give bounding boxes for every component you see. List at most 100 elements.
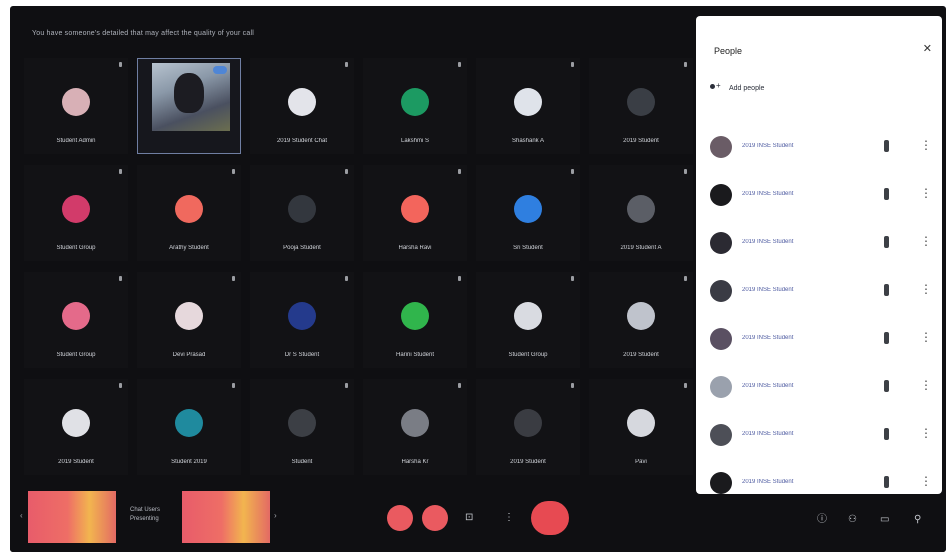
mic-icon[interactable] [884, 476, 889, 488]
more-options-icon[interactable]: ⋮ [920, 137, 932, 153]
avatar [710, 424, 732, 446]
activities-icon[interactable]: ⚲ [914, 514, 921, 526]
participant-name: Student Group [56, 352, 96, 358]
participant-tile[interactable]: Dr S Student [250, 272, 354, 368]
mic-off-icon [232, 383, 235, 388]
presenter-label: Chat Users Presenting [130, 506, 160, 524]
participant-name: 2019 INSE Student [742, 383, 794, 389]
info-icon[interactable]: ⓘ [817, 514, 827, 526]
chevron-left-icon[interactable]: ‹ [20, 511, 23, 520]
mic-off-icon [232, 169, 235, 174]
present-icon[interactable]: ⊡ [465, 512, 473, 524]
participant-tile[interactable]: 2019 Student [589, 272, 693, 368]
participant-name: Student [291, 459, 313, 465]
add-people-button[interactable]: Add people [710, 81, 765, 92]
camera-toggle-button[interactable] [422, 505, 448, 531]
mic-icon[interactable] [884, 236, 889, 248]
participant-tile[interactable]: Student Group [24, 272, 128, 368]
participant-name: 2019 Student [623, 352, 659, 358]
add-people-label: Add people [729, 84, 765, 92]
presenter-thumbnail[interactable] [28, 491, 116, 543]
avatar [710, 136, 732, 158]
participant-row[interactable]: 2019 INSE Student ⋮ [706, 228, 932, 258]
more-options-icon[interactable]: ⋮ [920, 329, 932, 345]
mic-icon[interactable] [884, 380, 889, 392]
chat-icon[interactable]: ▭ [880, 514, 889, 526]
participant-tile[interactable]: 2019 Student [476, 379, 580, 475]
speaking-badge [213, 66, 227, 74]
avatar [175, 195, 203, 223]
mic-off-icon [119, 62, 122, 67]
participant-tile[interactable]: Lakshmi S [363, 58, 467, 154]
participant-tile[interactable]: 2019 Student [589, 58, 693, 154]
participant-name: Harini Student [395, 352, 435, 358]
participant-tile[interactable]: Student 2019 [137, 379, 241, 475]
more-options-icon[interactable]: ⋮ [920, 473, 932, 489]
more-options-icon[interactable]: ⋮ [920, 425, 932, 441]
participant-name: Lakshmi S [400, 138, 429, 144]
avatar [62, 409, 90, 437]
screen-share-thumbnail[interactable] [182, 491, 270, 543]
mic-off-icon [345, 62, 348, 67]
participant-name: 2019 Student [58, 459, 94, 465]
participant-name: Student Group [508, 352, 548, 358]
avatar [710, 472, 732, 494]
participant-tile[interactable]: 2019 Student [24, 379, 128, 475]
mic-icon[interactable] [884, 140, 889, 152]
participant-tile[interactable]: 2019 Student Chat [250, 58, 354, 154]
mic-off-icon [684, 276, 687, 281]
avatar [710, 280, 732, 302]
participant-tile[interactable]: 2019 Student A [589, 165, 693, 261]
participant-tile[interactable]: Harsha Kr [363, 379, 467, 475]
people-icon[interactable]: ⚇ [848, 514, 857, 526]
avatar [175, 302, 203, 330]
mic-off-icon [232, 276, 235, 281]
meeting-window: You have someone's detailed that may aff… [10, 6, 946, 552]
avatar [627, 302, 655, 330]
participant-tile[interactable]: Student Admin [24, 58, 128, 154]
participant-tile[interactable]: Devi Prasad [137, 272, 241, 368]
participant-row[interactable]: 2019 INSE Student ⋮ [706, 276, 932, 306]
chevron-right-icon[interactable]: › [274, 511, 277, 520]
more-options-icon[interactable]: ⋮ [920, 281, 932, 297]
participant-tile[interactable]: Student Group [24, 165, 128, 261]
participant-tile[interactable] [137, 58, 241, 154]
participant-tile[interactable]: Harini Student [363, 272, 467, 368]
participant-tile[interactable]: Harsha Ravi [363, 165, 467, 261]
avatar [288, 88, 316, 116]
participant-tile[interactable]: Sri Student [476, 165, 580, 261]
participant-tile[interactable]: Student Group [476, 272, 580, 368]
mic-off-icon [571, 383, 574, 388]
more-options-icon[interactable]: ⋮ [920, 185, 932, 201]
participant-name: 2019 Student A [620, 245, 662, 251]
participant-name: 2019 INSE Student [742, 239, 794, 245]
mic-icon[interactable] [884, 428, 889, 440]
mic-icon[interactable] [884, 284, 889, 296]
participant-name: Pavi [635, 459, 647, 465]
mic-off-icon [458, 169, 461, 174]
participant-tile[interactable]: Student [250, 379, 354, 475]
participant-row[interactable]: 2019 INSE Student ⋮ [706, 372, 932, 402]
participant-tile[interactable]: Pavi [589, 379, 693, 475]
mic-icon[interactable] [884, 332, 889, 344]
close-icon[interactable]: ✕ [923, 42, 932, 55]
participant-row[interactable]: 2019 INSE Student ⋮ [706, 132, 932, 162]
mic-icon[interactable] [884, 188, 889, 200]
participant-name: 2019 Student Chat [276, 138, 328, 144]
participant-name: Shashank A [511, 138, 545, 144]
participant-row[interactable]: 2019 INSE Student ⋮ [706, 324, 932, 354]
participant-tile[interactable]: Pooja Student [250, 165, 354, 261]
end-call-button[interactable] [531, 501, 569, 535]
more-options-icon[interactable]: ⋮ [504, 512, 514, 524]
more-options-icon[interactable]: ⋮ [920, 233, 932, 249]
presenter-status: Presenting [130, 516, 159, 522]
participant-tile[interactable]: Shashank A [476, 58, 580, 154]
mic-toggle-button[interactable] [387, 505, 413, 531]
participant-row[interactable]: 2019 INSE Student ⋮ [706, 468, 932, 498]
participant-row[interactable]: 2019 INSE Student ⋮ [706, 180, 932, 210]
participant-tile[interactable]: Arathy Student [137, 165, 241, 261]
more-options-icon[interactable]: ⋮ [920, 377, 932, 393]
avatar [62, 302, 90, 330]
avatar [710, 376, 732, 398]
participant-row[interactable]: 2019 INSE Student ⋮ [706, 420, 932, 450]
